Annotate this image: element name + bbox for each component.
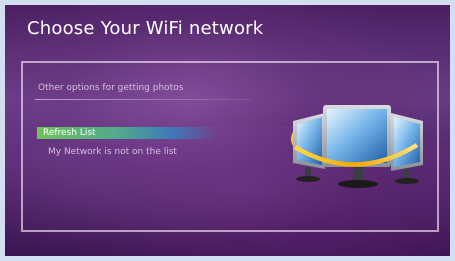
network-not-listed-option[interactable]: My Network is not on the list [48,147,177,157]
section-label: Other options for getting photos [38,83,184,93]
options-panel: Other options for getting photos Refresh… [21,61,439,232]
wifi-setup-screen: Choose Your WiFi network Other options f… [5,5,450,256]
section-divider [35,99,251,100]
page-title: Choose Your WiFi network [27,18,264,39]
refresh-list-label: Refresh List [43,128,96,138]
monitors-network-icon [291,105,423,188]
center-monitor [323,105,391,188]
page: Choose Your WiFi network Other options f… [0,0,455,261]
refresh-list-option[interactable]: Refresh List [37,127,217,139]
